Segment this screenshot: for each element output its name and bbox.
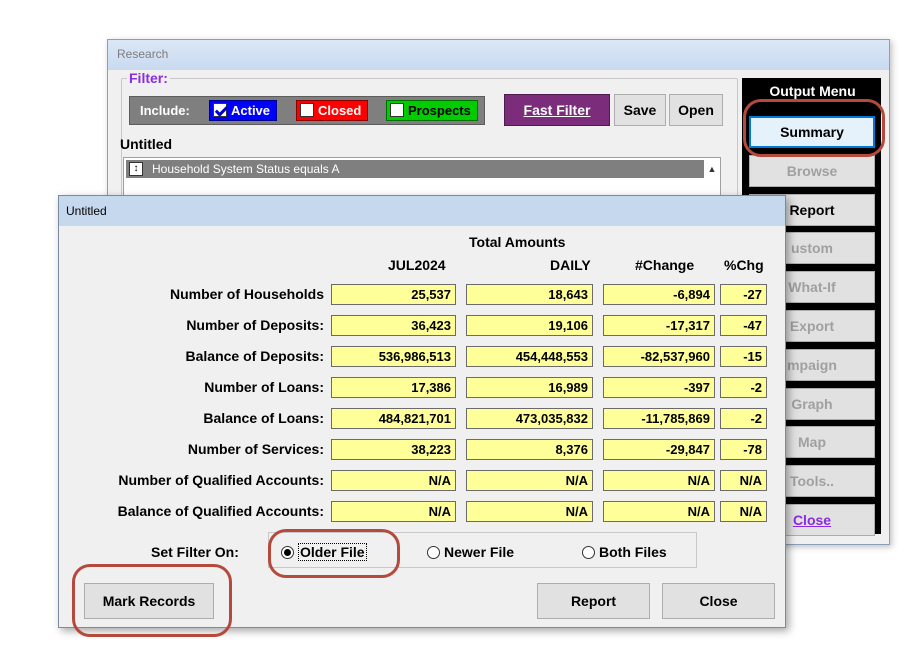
- filter-name: Untitled: [120, 136, 173, 152]
- table-cell: -2: [720, 377, 767, 398]
- table-cell: -6,894: [603, 284, 715, 305]
- row-label: Number of Loans:: [204, 379, 324, 395]
- close-menu-label: Close: [792, 512, 832, 528]
- set-filter-label: Set Filter On:: [151, 544, 239, 560]
- table-cell: -2: [720, 408, 767, 429]
- table-cell: N/A: [466, 501, 593, 522]
- criteria-row[interactable]: ↕ Household System Status equals A: [126, 160, 704, 178]
- total-amounts-header: Total Amounts: [469, 234, 566, 250]
- checkbox-icon: [390, 103, 404, 117]
- close-button[interactable]: Close: [662, 583, 775, 619]
- mark-records-label: Mark Records: [102, 593, 196, 609]
- scroll-up-icon[interactable]: ▲: [704, 160, 720, 178]
- table-cell: N/A: [466, 470, 593, 491]
- report-button[interactable]: Report: [537, 583, 650, 619]
- row-label: Number of Households: [169, 286, 324, 302]
- row-label: Balance of Qualified Accounts:: [117, 503, 324, 519]
- table-cell: 19,106: [466, 315, 593, 336]
- include-bar: Include: Active Closed Prospects: [129, 96, 485, 125]
- close-label: Close: [699, 593, 738, 609]
- active-label: Active: [231, 103, 271, 118]
- row-label: Balance of Loans:: [203, 410, 324, 426]
- criteria-text: Household System Status equals A: [152, 162, 340, 176]
- filter-radio-group: Older File Newer File Both Files: [268, 532, 697, 568]
- table-cell: 484,821,701: [331, 408, 456, 429]
- summary-window: Untitled Total Amounts JUL2024 DAILY #Ch…: [58, 195, 786, 628]
- browse-button[interactable]: Browse: [749, 155, 875, 187]
- table-cell: -29,847: [603, 439, 715, 460]
- output-menu-title: Output Menu: [769, 83, 856, 99]
- checkbox-checked-icon: [213, 103, 227, 117]
- summary-button[interactable]: Summary: [749, 116, 875, 148]
- checkbox-icon: [300, 103, 314, 117]
- row-label: Balance of Deposits:: [185, 348, 324, 364]
- table-cell: -27: [720, 284, 767, 305]
- table-cell: 536,986,513: [331, 346, 456, 367]
- table-cell: -82,537,960: [603, 346, 715, 367]
- table-cell: N/A: [720, 470, 767, 491]
- newer-file-radio[interactable]: Newer File: [427, 544, 514, 560]
- summary-window-title: Untitled: [59, 196, 785, 226]
- table-cell: -78: [720, 439, 767, 460]
- table-cell: 8,376: [466, 439, 593, 460]
- column-header-change: #Change: [635, 257, 695, 273]
- table-cell: 36,423: [331, 315, 456, 336]
- fast-filter-label: Fast Filter: [523, 102, 591, 118]
- row-label: Number of Services:: [187, 441, 324, 457]
- fast-filter-button[interactable]: Fast Filter: [504, 94, 610, 126]
- include-label: Include:: [140, 103, 190, 118]
- active-checkbox[interactable]: Active: [209, 100, 278, 121]
- table-cell: N/A: [331, 470, 456, 491]
- closed-checkbox[interactable]: Closed: [296, 100, 369, 121]
- mark-records-button[interactable]: Mark Records: [84, 583, 214, 619]
- table-cell: 17,386: [331, 377, 456, 398]
- table-cell: N/A: [603, 501, 715, 522]
- table-cell: 25,537: [331, 284, 456, 305]
- table-cell: -11,785,869: [603, 408, 715, 429]
- radio-selected-icon: [281, 546, 294, 559]
- radio-icon: [427, 546, 440, 559]
- table-cell: 16,989: [466, 377, 593, 398]
- table-cell: 454,448,553: [466, 346, 593, 367]
- save-button[interactable]: Save: [614, 94, 666, 126]
- radio-icon: [582, 546, 595, 559]
- table-cell: N/A: [331, 501, 456, 522]
- table-cell: -47: [720, 315, 767, 336]
- filter-label: Filter:: [127, 70, 170, 86]
- report-label: Report: [570, 593, 617, 609]
- table-cell: -17,317: [603, 315, 715, 336]
- table-cell: -397: [603, 377, 715, 398]
- newer-file-label: Newer File: [444, 544, 515, 560]
- both-files-radio[interactable]: Both Files: [582, 544, 667, 560]
- column-header-daily: DAILY: [550, 257, 591, 273]
- older-file-label: Older File: [298, 543, 367, 561]
- open-button[interactable]: Open: [669, 94, 723, 126]
- sort-arrows-icon: ↕: [129, 162, 143, 176]
- column-header-pct-change: %Chg: [724, 257, 764, 273]
- row-label: Number of Deposits:: [186, 317, 324, 333]
- table-cell: N/A: [720, 501, 767, 522]
- closed-label: Closed: [318, 103, 362, 118]
- column-header-jul2024: JUL2024: [388, 257, 446, 273]
- both-files-label: Both Files: [599, 544, 667, 560]
- prospects-label: Prospects: [408, 103, 471, 118]
- table-cell: N/A: [603, 470, 715, 491]
- table-cell: 38,223: [331, 439, 456, 460]
- table-cell: 473,035,832: [466, 408, 593, 429]
- row-label: Number of Qualified Accounts:: [118, 472, 324, 488]
- table-cell: -15: [720, 346, 767, 367]
- research-title: Research: [108, 40, 889, 70]
- older-file-radio[interactable]: Older File: [281, 543, 367, 561]
- table-cell: 18,643: [466, 284, 593, 305]
- prospects-checkbox[interactable]: Prospects: [386, 100, 478, 121]
